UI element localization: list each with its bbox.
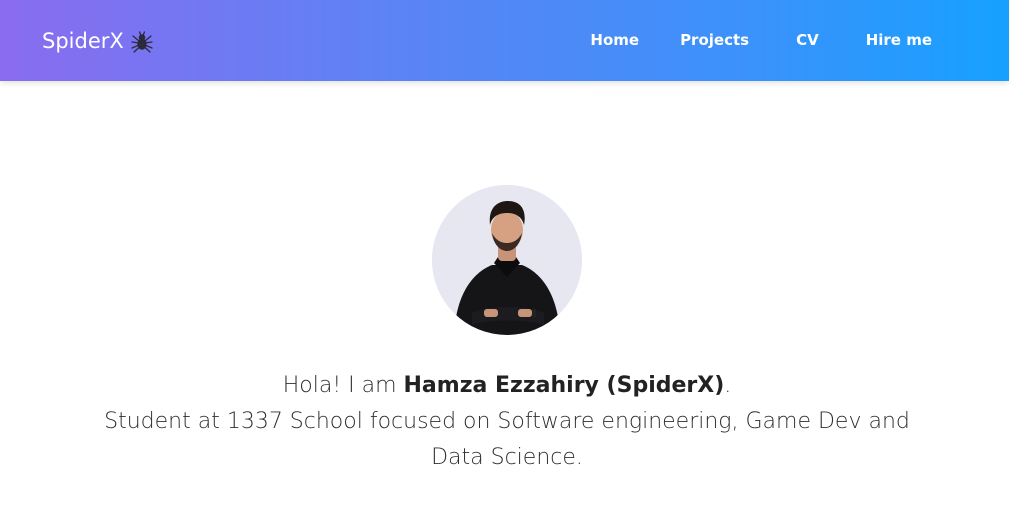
nav-projects-link[interactable]: Projects: [680, 30, 749, 50]
greeting-suffix: .: [724, 373, 732, 398]
nav-cv-link[interactable]: CV: [796, 30, 819, 50]
brand-name: SpiderX: [42, 29, 124, 53]
greeting-prefix: Hola! I am: [282, 373, 404, 398]
intro-text: Hola! I am Hamza Ezzahiry (SpiderX). Stu…: [100, 368, 914, 476]
nav-links: Home Projects CV Hire me: [590, 30, 932, 50]
profile-avatar: [432, 185, 582, 335]
author-name: Hamza Ezzahiry (SpiderX): [403, 373, 725, 398]
navbar: SpiderX Home Projects CV Hire me: [0, 0, 1009, 81]
profile-photo: [432, 185, 582, 335]
nav-home-link[interactable]: Home: [590, 30, 639, 50]
greeting-line: Hola! I am Hamza Ezzahiry (SpiderX).: [100, 368, 914, 404]
bio-description: Student at 1337 School focused on Softwa…: [104, 409, 910, 470]
nav-hire-me-link[interactable]: Hire me: [866, 30, 932, 50]
spider-icon: [131, 31, 153, 53]
brand-logo[interactable]: SpiderX: [42, 27, 154, 55]
